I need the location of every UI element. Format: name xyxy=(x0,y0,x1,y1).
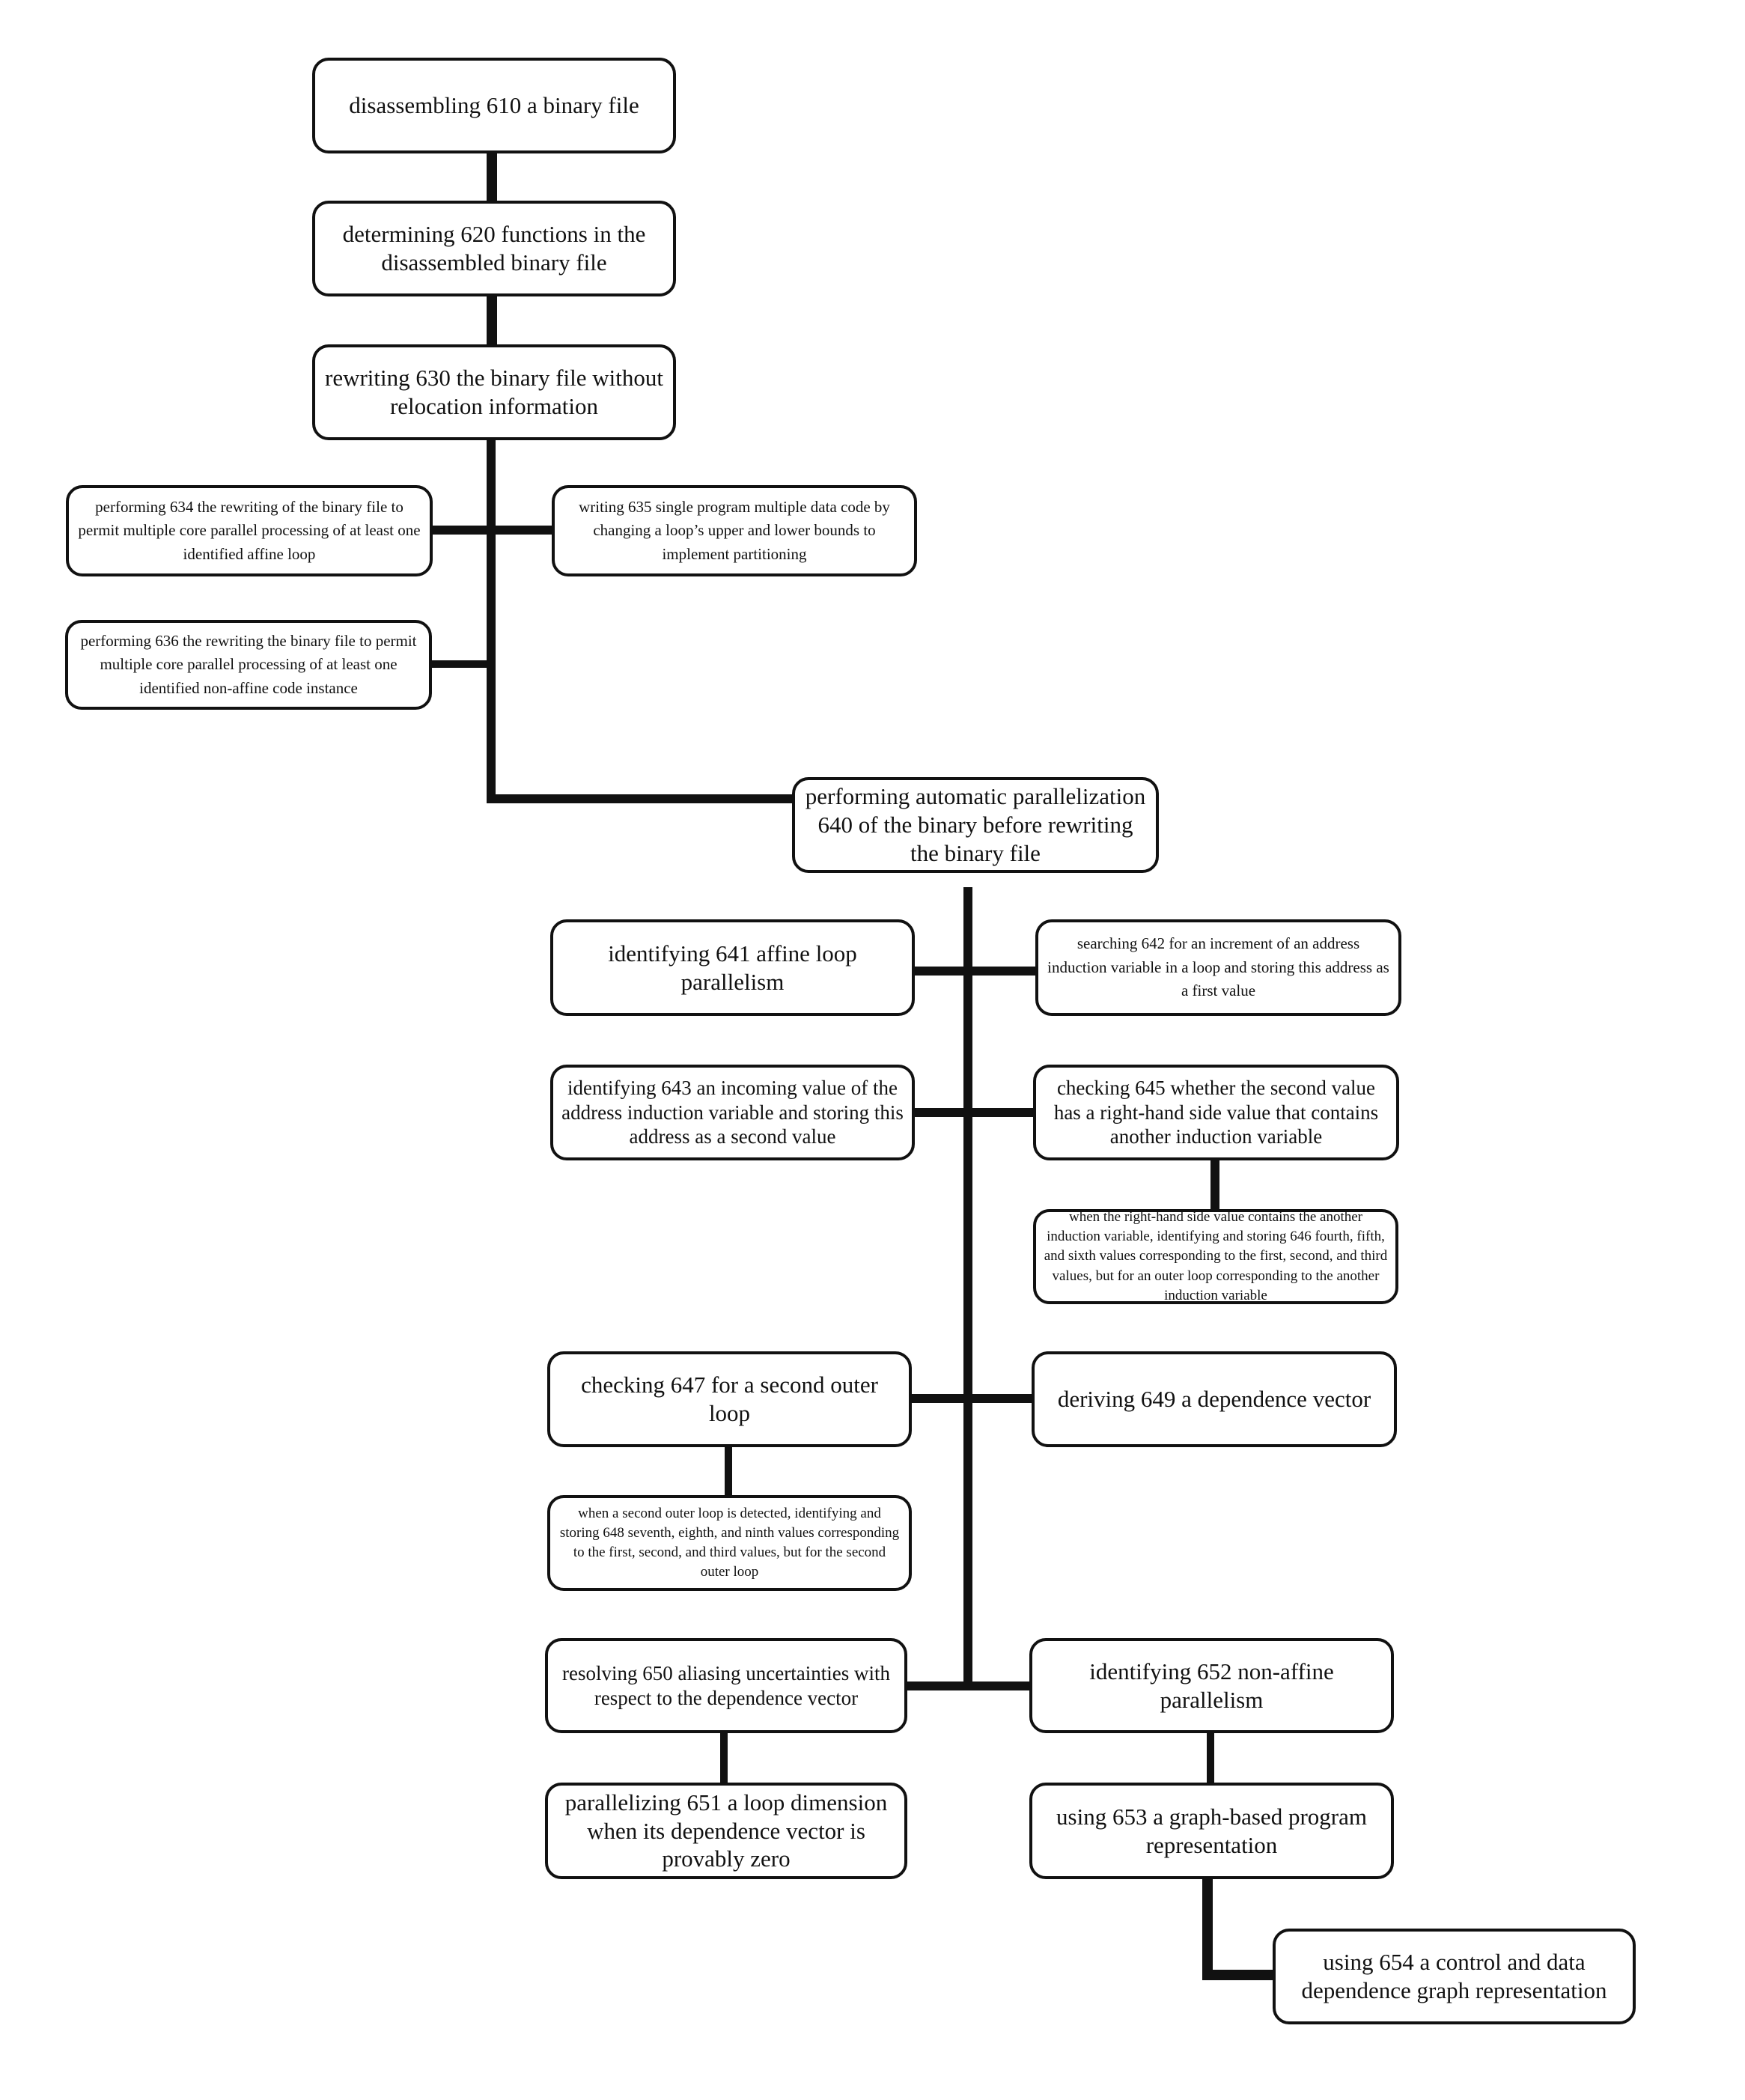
connector-647-649 xyxy=(909,1394,1035,1403)
step-610-box: disassembling 610 a binary file xyxy=(312,58,676,153)
step-645-box: checking 645 whether the second value ha… xyxy=(1033,1065,1399,1160)
step-651-box: parallelizing 651 a loop dimension when … xyxy=(545,1783,907,1879)
step-653-box: using 653 a graph-based program represen… xyxy=(1029,1783,1394,1879)
connector-620-630 xyxy=(487,292,497,348)
connector-653-654-vertical xyxy=(1202,1875,1213,1980)
step-634-box: performing 634 the rewriting of the bina… xyxy=(66,485,433,576)
connector-645-646 xyxy=(1210,1157,1219,1213)
main-trunk xyxy=(487,438,496,803)
step-646-box: when the right-hand side value contains … xyxy=(1033,1209,1398,1304)
connector-trunk-640 xyxy=(487,794,795,803)
step-636-box: performing 636 the rewriting the binary … xyxy=(65,620,432,710)
connector-634-635 xyxy=(430,526,554,535)
connector-652-653 xyxy=(1207,1729,1214,1786)
step-650-box: resolving 650 aliasing uncertainties wit… xyxy=(545,1638,907,1733)
step-630-box: rewriting 630 the binary file without re… xyxy=(312,344,676,440)
step-640-box: performing automatic parallelization 640… xyxy=(792,777,1159,873)
step-652-box: identifying 652 non-affine parallelism xyxy=(1029,1638,1394,1733)
connector-650-652 xyxy=(904,1681,1032,1690)
connector-610-620 xyxy=(487,150,497,206)
connector-643-645 xyxy=(912,1108,1036,1117)
step-649-box: deriving 649 a dependence vector xyxy=(1032,1351,1397,1447)
step-654-box: using 654 a control and data dependence … xyxy=(1273,1929,1636,2024)
connector-647-648 xyxy=(725,1443,732,1497)
step-641-box: identifying 641 affine loop parallelism xyxy=(550,919,915,1016)
step-648-box: when a second outer loop is detected, id… xyxy=(547,1495,912,1591)
connector-653-654-horizontal xyxy=(1202,1970,1277,1980)
connector-650-651 xyxy=(720,1729,728,1786)
connector-641-642 xyxy=(912,967,1038,976)
step-647-box: checking 647 for a second outer loop xyxy=(547,1351,912,1447)
secondary-trunk xyxy=(963,887,972,1690)
step-642-box: searching 642 for an increment of an add… xyxy=(1035,919,1401,1016)
step-643-box: identifying 643 an incoming value of the… xyxy=(550,1065,915,1160)
flowchart-canvas: disassembling 610 a binary file determin… xyxy=(0,0,1745,2100)
connector-636 xyxy=(430,660,491,668)
step-635-box: writing 635 single program multiple data… xyxy=(552,485,917,576)
step-620-box: determining 620 functions in the disasse… xyxy=(312,201,676,296)
